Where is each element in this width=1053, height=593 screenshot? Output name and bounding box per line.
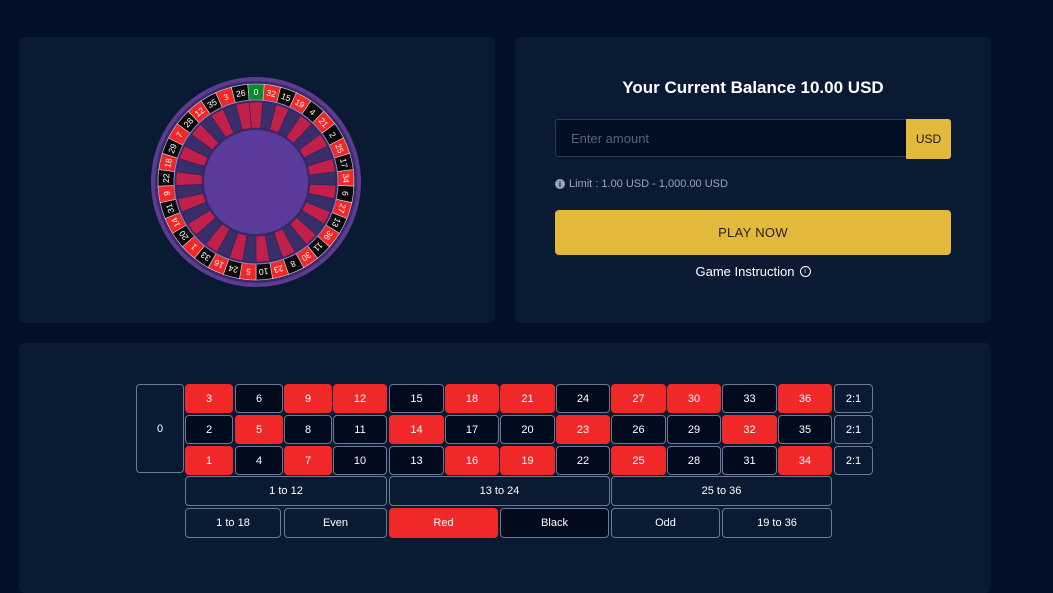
- limit-info: i Limit : 1.00 USD - 1,000.00 USD: [555, 178, 728, 190]
- limit-text: Limit : 1.00 USD - 1,000.00 USD: [569, 178, 728, 190]
- dozen-bet-3[interactable]: 25 to 36: [611, 476, 832, 506]
- amount-field-group: USD: [555, 119, 951, 159]
- amount-input[interactable]: [555, 119, 906, 157]
- roulette-wheel: 0 32 15 19421225173462713361130823105241633…: [151, 77, 361, 287]
- outside-bet-even[interactable]: Even: [284, 508, 387, 538]
- bet-panel: Your Current Balance 10.00 USD USD i Lim…: [515, 37, 991, 323]
- number-28[interactable]: 28: [667, 446, 721, 475]
- number-6[interactable]: 6: [235, 384, 283, 413]
- number-25[interactable]: 25: [611, 446, 666, 475]
- number-34[interactable]: 34: [778, 446, 832, 475]
- number-35[interactable]: 35: [778, 415, 832, 444]
- wheel-panel: 0 32 15 19 4 21 2 25 17 34 6 27 13 36 11 30 8 23 10 5 24 16 33…: [19, 37, 495, 323]
- number-31[interactable]: 31: [722, 446, 777, 475]
- currency-badge: USD: [906, 119, 951, 159]
- number-30[interactable]: 30: [667, 384, 721, 413]
- number-2[interactable]: 2: [185, 415, 233, 444]
- number-14[interactable]: 14: [389, 415, 444, 444]
- column-bet-1[interactable]: 2:1: [834, 384, 873, 413]
- game-instruction-label: Game Instruction: [695, 264, 795, 279]
- number-3[interactable]: 3: [185, 384, 233, 413]
- number-29[interactable]: 29: [667, 415, 721, 444]
- info-icon: i: [555, 179, 565, 189]
- number-21[interactable]: 21: [500, 384, 555, 413]
- outside-bet-black[interactable]: Black: [500, 508, 609, 538]
- number-32[interactable]: 32: [722, 415, 777, 444]
- betting-board-panel: 0 3 6 9 12 15 18 21 24 27 30 33 36 2:1 2 5 8 11 14 17 20 23 26…: [19, 343, 991, 593]
- play-now-button[interactable]: PLAY NOW: [555, 210, 951, 255]
- number-4[interactable]: 4: [235, 446, 283, 475]
- number-33[interactable]: 33: [722, 384, 777, 413]
- wheel-number: 22: [161, 173, 171, 183]
- number-20[interactable]: 20: [500, 415, 555, 444]
- outside-bet-19-to-36[interactable]: 19 to 36: [722, 508, 832, 538]
- number-8[interactable]: 8: [284, 415, 332, 444]
- outside-bet-1-to-18[interactable]: 1 to 18: [185, 508, 281, 538]
- column-bet-2[interactable]: 2:1: [834, 415, 873, 444]
- wheel-number: 26: [235, 88, 246, 100]
- number-18[interactable]: 18: [445, 384, 499, 413]
- game-instruction-link[interactable]: Game Instruction i: [515, 264, 991, 279]
- number-26[interactable]: 26: [611, 415, 666, 444]
- number-36[interactable]: 36: [778, 384, 832, 413]
- dozen-bet-1[interactable]: 1 to 12: [185, 476, 387, 506]
- number-10[interactable]: 10: [333, 446, 387, 475]
- number-27[interactable]: 27: [611, 384, 666, 413]
- number-7[interactable]: 7: [284, 446, 332, 475]
- number-22[interactable]: 22: [556, 446, 610, 475]
- wheel-number: 32: [266, 88, 277, 100]
- wheel-number: 34: [341, 173, 351, 183]
- outside-bet-odd[interactable]: Odd: [611, 508, 720, 538]
- number-9[interactable]: 9: [284, 384, 332, 413]
- column-bet-3[interactable]: 2:1: [834, 446, 873, 475]
- wheel-center: [204, 130, 308, 234]
- balance-text: Your Current Balance 10.00 USD: [622, 78, 884, 97]
- number-16[interactable]: 16: [445, 446, 499, 475]
- zero-bet[interactable]: 0: [136, 384, 184, 473]
- info-circle-icon: i: [799, 266, 811, 277]
- number-12[interactable]: 12: [333, 384, 387, 413]
- number-11[interactable]: 11: [333, 415, 387, 444]
- outside-bet-red[interactable]: Red: [389, 508, 498, 538]
- number-1[interactable]: 1: [185, 446, 233, 475]
- wheel-number: 0: [254, 87, 259, 97]
- number-13[interactable]: 13: [389, 446, 444, 475]
- number-5[interactable]: 5: [235, 415, 283, 444]
- number-15[interactable]: 15: [389, 384, 444, 413]
- number-23[interactable]: 23: [556, 415, 610, 444]
- number-19[interactable]: 19: [500, 446, 555, 475]
- number-24[interactable]: 24: [556, 384, 610, 413]
- number-17[interactable]: 17: [445, 415, 499, 444]
- dozen-bet-2[interactable]: 13 to 24: [389, 476, 610, 506]
- wheel-number: 10: [258, 266, 269, 277]
